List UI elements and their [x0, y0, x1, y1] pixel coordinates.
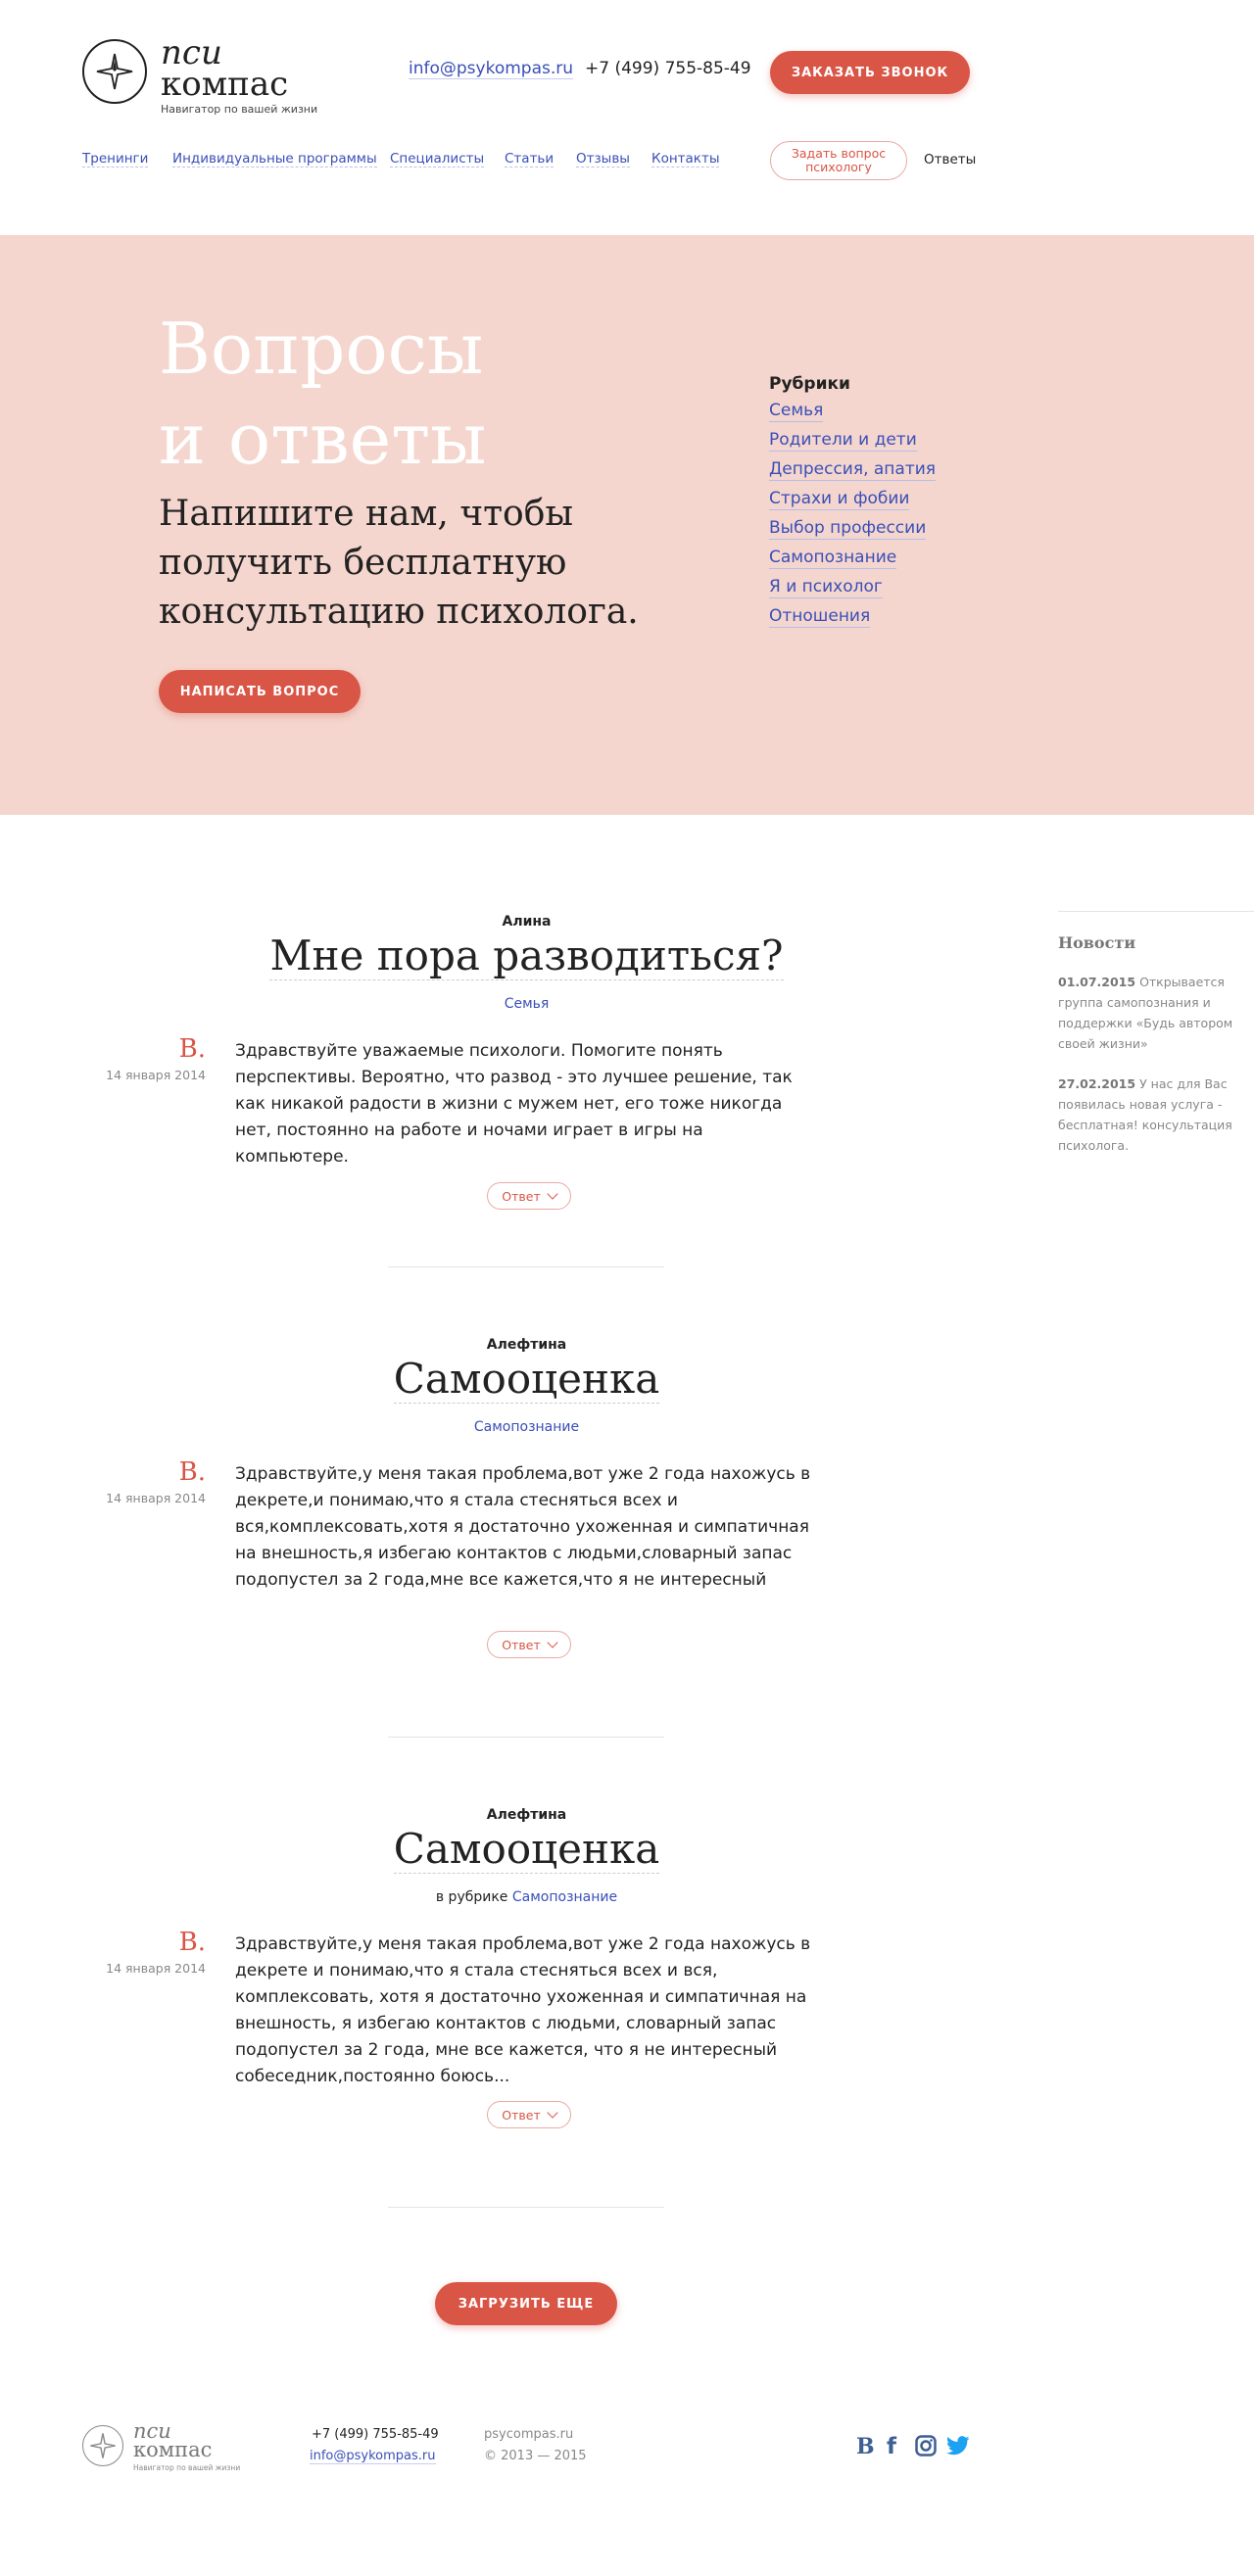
- compass-icon: [82, 39, 147, 104]
- question-card: Алефтина Самооценка Самопознание В. 14 я…: [0, 1337, 1058, 1729]
- question-date: 14 января 2014: [106, 1068, 206, 1082]
- rubric-me-and-psychologist[interactable]: Я и психолог: [769, 576, 883, 598]
- instagram-icon[interactable]: [915, 2435, 937, 2458]
- answer-toggle-button[interactable]: Ответ: [487, 1182, 571, 1210]
- rubrics-list: Рубрики Семья Родители и дети Депрессия,…: [769, 374, 1063, 635]
- divider: [388, 1266, 664, 1267]
- nav-item-trainings[interactable]: Тренинги: [82, 151, 149, 167]
- news-divider: [1058, 911, 1254, 912]
- answer-toggle-button[interactable]: Ответ: [487, 1631, 571, 1658]
- question-card: Алефтина Самооценка в рубрике Самопознан…: [0, 1807, 1058, 2199]
- question-initial: В.: [178, 1928, 206, 1957]
- question-category: Семья: [0, 996, 1053, 1012]
- news-item[interactable]: 01.07.2015 Открывается группа самопознан…: [1058, 972, 1234, 1054]
- hero-title-line1: Вопросы: [159, 308, 484, 390]
- rubric-fears[interactable]: Страхи и фобии: [769, 488, 910, 510]
- question-category-link[interactable]: Самопознание: [512, 1889, 617, 1905]
- question-card: Алина Мне пора разводиться? Семья В. 14 …: [0, 914, 1058, 1306]
- question-category-link[interactable]: Семья: [505, 996, 550, 1012]
- nav-item-contacts[interactable]: Контакты: [651, 151, 720, 167]
- twitter-icon[interactable]: [946, 2435, 970, 2458]
- chevron-down-icon: [547, 1187, 558, 1200]
- question-date: 14 января 2014: [106, 1491, 206, 1505]
- chevron-down-icon: [547, 2106, 558, 2119]
- question-date: 14 января 2014: [106, 1961, 206, 1976]
- chevron-down-icon: [547, 1636, 558, 1648]
- news-sidebar: Новости 01.07.2015 Открывается группа са…: [1058, 911, 1254, 1175]
- header-phone: +7 (499) 755-85-49: [585, 59, 751, 78]
- footer-logo[interactable]: пси компас Навигатор по вашей жизни: [82, 2419, 241, 2472]
- footer-email-link[interactable]: info@psykompas.ru: [310, 2449, 436, 2464]
- question-title[interactable]: Самооценка: [0, 1355, 1053, 1404]
- question-category: Самопознание: [0, 1419, 1053, 1435]
- question-initial: В.: [178, 1034, 206, 1064]
- rubrics-title: Рубрики: [769, 374, 850, 394]
- compass-icon: [82, 2425, 123, 2466]
- answer-toggle-button[interactable]: Ответ: [487, 2101, 571, 2128]
- footer-logo-tagline: Навигатор по вашей жизни: [133, 2463, 241, 2472]
- hero-title-line2: и ответы: [159, 398, 487, 480]
- question-initial: В.: [178, 1457, 206, 1487]
- nav-item-individual-programs[interactable]: Индивидуальные программы: [172, 151, 377, 167]
- divider: [388, 1737, 664, 1738]
- logo-word-kompas: компас: [161, 65, 289, 104]
- nav-item-articles[interactable]: Статьи: [505, 151, 555, 167]
- question-text: Здравствуйте уважаемые психологи. Помоги…: [235, 1041, 793, 1167]
- logo[interactable]: пси компас Навигатор по вашей жизни: [82, 33, 318, 116]
- rubric-self-knowledge[interactable]: Самопознание: [769, 547, 897, 569]
- hero-subtitle: Напишите нам, чтобы получить бесплатную …: [159, 494, 639, 632]
- question-title[interactable]: Мне пора разводиться?: [0, 931, 1053, 980]
- question-text: Здравствуйте,у меня такая проблема,вот у…: [235, 1934, 811, 2086]
- question-author: Алина: [502, 914, 552, 930]
- news-title: Новости: [1058, 933, 1136, 952]
- question-title[interactable]: Самооценка: [0, 1825, 1053, 1874]
- header-email-link[interactable]: info@psykompas.ru: [409, 59, 574, 79]
- nav-item-reviews[interactable]: Отзывы: [576, 151, 630, 167]
- load-more-button[interactable]: ЗАГРУЗИТЬ ЕЩЕ: [435, 2282, 617, 2325]
- order-call-button[interactable]: ЗАКАЗАТЬ ЗВОНОК: [770, 51, 970, 94]
- facebook-icon[interactable]: f: [887, 2435, 896, 2458]
- footer-phone: +7 (499) 755-85-49: [312, 2427, 439, 2442]
- footer-logo-word-kompas: компас: [133, 2438, 213, 2461]
- news-date: 01.07.2015: [1058, 975, 1136, 989]
- footer-site: psycompas.ru: [484, 2427, 574, 2442]
- hero-title: Вопросы и ответы: [159, 304, 486, 484]
- question-author: Алефтина: [486, 1337, 567, 1353]
- rubric-depression[interactable]: Депрессия, апатия: [769, 458, 937, 481]
- divider: [388, 2207, 664, 2208]
- ask-psychologist-button[interactable]: Задать вопрос психологу: [770, 141, 907, 180]
- rubric-career-choice[interactable]: Выбор профессии: [769, 517, 927, 540]
- question-text: Здравствуйте,у меня такая проблема,вот у…: [235, 1464, 811, 1590]
- footer-copyright: © 2013 — 2015: [484, 2449, 587, 2463]
- rubric-family[interactable]: Семья: [769, 400, 824, 422]
- question-category-link[interactable]: Самопознание: [474, 1419, 579, 1435]
- rubric-relationships[interactable]: Отношения: [769, 605, 871, 628]
- write-question-button[interactable]: НАПИСАТЬ ВОПРОС: [159, 670, 361, 713]
- news-date: 27.02.2015: [1058, 1076, 1136, 1091]
- nav-item-answers-current: Ответы: [924, 152, 977, 167]
- logo-tagline: Навигатор по вашей жизни: [161, 103, 318, 116]
- news-item[interactable]: 27.02.2015 У нас для Вас появилась новая…: [1058, 1073, 1234, 1156]
- vk-icon[interactable]: B: [856, 2435, 875, 2458]
- rubric-parents-children[interactable]: Родители и дети: [769, 429, 917, 452]
- question-category: в рубрике Самопознание: [435, 1889, 618, 1905]
- question-author: Алефтина: [486, 1807, 567, 1823]
- nav-item-specialists[interactable]: Специалисты: [390, 151, 485, 167]
